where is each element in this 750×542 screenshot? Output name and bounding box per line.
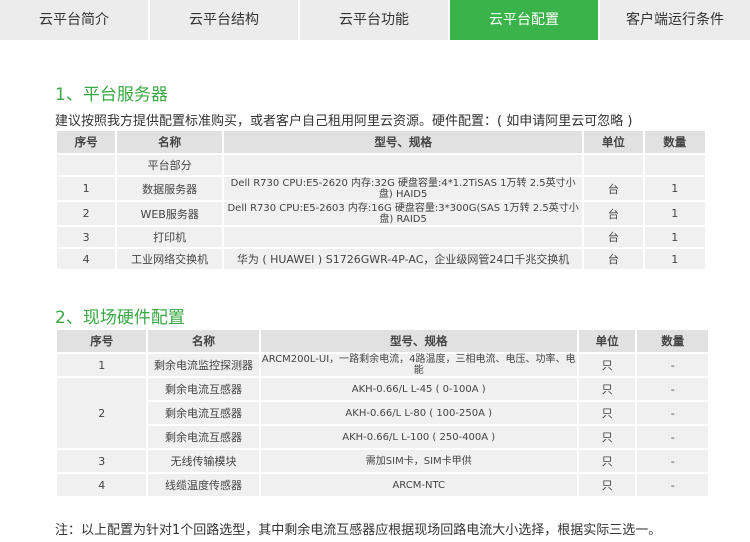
cell-spec: 需加SIM卡，SIM卡甲供 [260,450,577,472]
table-row: 剩余电流互感器 AKH-0.66/L L-80 ( 100-250A ) 只 - [57,402,708,424]
cell-spec: AKH-0.66/L L-45 ( 0-100A ) [260,378,577,400]
tab-client-requirements[interactable]: 客户端运行条件 [600,0,750,40]
table-row: 4 线缆温度传感器 ARCM-NTC 只 - [57,474,708,496]
section1-description: 建议按照我方提供配置标准购买，或者客户自己租用阿里云资源。硬件配置：( 如申请阿… [55,114,633,129]
cell-no: 4 [57,249,116,269]
cell-no: 2 [57,378,147,448]
cell-qty: 1 [644,177,705,200]
cell-unit: 只 [578,402,636,424]
cell-unit: 台 [584,227,643,247]
cell-unit: 台 [584,249,643,269]
table-row: 2 WEB服务器 Dell R730 CPU:E5-2603 内存:16G 硬盘… [57,202,705,225]
cell-name: 平台部分 [117,155,222,175]
cell-spec: AKH-0.66/L L-100 ( 250-400A ) [260,426,577,448]
cell-qty: 1 [644,227,705,247]
cell-spec [224,155,583,175]
table-row: 4 工业网络交换机 华为 ( HUAWEI ) S1726GWR-4P-AC，企… [57,249,705,269]
cell-spec: 华为 ( HUAWEI ) S1726GWR-4P-AC，企业级网管24口千兆交… [224,249,583,269]
tab-platform-functions[interactable]: 云平台功能 [300,0,448,40]
header-qty: 数量 [637,330,708,352]
cell-qty: - [637,354,708,376]
table-row: 2 剩余电流互感器 AKH-0.66/L L-45 ( 0-100A ) 只 - [57,378,708,448]
cell-name: 打印机 [117,227,222,247]
cell-unit: 只 [578,378,636,400]
cell-no: 3 [57,227,116,247]
cell-no: 3 [57,450,147,472]
cell-name: 线缆温度传感器 [148,474,259,496]
section1-title: 1、平台服务器 [55,85,168,105]
cell-qty [644,155,705,175]
header-spec: 型号、规格 [224,131,583,153]
cell-name: 剩余电流互感器 [148,426,259,448]
cell-unit: 台 [584,177,643,200]
cell-unit: 只 [578,450,636,472]
footnote: 注：以上配置为针对1个回路选型，其中剩余电流互感器应根据现场回路电流大小选择，根… [55,523,662,538]
table-row: 1 数据服务器 Dell R730 CPU:E5-2620 内存:32G 硬盘容… [57,177,705,200]
tab-platform-structure[interactable]: 云平台结构 [150,0,298,40]
cell-qty: - [637,450,708,472]
cell-name: 工业网络交换机 [117,249,222,269]
cell-qty: - [637,474,708,496]
table-row: 3 打印机 台 1 [57,227,705,247]
header-name: 名称 [148,330,259,352]
cell-qty: 1 [644,249,705,269]
cell-unit: 台 [584,202,643,225]
header-name: 名称 [117,131,222,153]
cell-unit: 只 [578,426,636,448]
tab-platform-intro[interactable]: 云平台简介 [0,0,148,40]
cell-unit: 只 [578,354,636,376]
cell-unit: 只 [578,474,636,496]
cell-qty: 1 [644,202,705,225]
header-unit: 单位 [578,330,636,352]
cell-qty: - [637,426,708,448]
table-row: 剩余电流互感器 AKH-0.66/L L-100 ( 250-400A ) 只 … [57,426,708,448]
cell-spec: ARCM200L-UI，一路剩余电流，4路温度，三相电流、电压、功率、电能 [260,354,577,376]
cell-spec: ARCM-NTC [260,474,577,496]
header-unit: 单位 [584,131,643,153]
section2-title: 2、现场硬件配置 [55,308,185,328]
cell-no [57,155,116,175]
header-no: 序号 [57,330,147,352]
cell-name: 无线传输模块 [148,450,259,472]
tab-bar: 云平台简介 云平台结构 云平台功能 云平台配置 客户端运行条件 [0,0,750,40]
tab-platform-config[interactable]: 云平台配置 [450,0,598,40]
cell-spec: Dell R730 CPU:E5-2620 内存:32G 硬盘容量:4*1.2T… [224,177,583,200]
cell-name: WEB服务器 [117,202,222,225]
cell-no: 1 [57,354,147,376]
cell-name: 剩余电流互感器 [148,378,259,400]
cell-name: 剩余电流互感器 [148,402,259,424]
cell-spec [224,227,583,247]
table-row: 平台部分 [57,155,705,175]
table-header-row: 序号 名称 型号、规格 单位 数量 [57,330,708,352]
cell-no: 2 [57,202,116,225]
cell-unit [584,155,643,175]
cell-qty: - [637,402,708,424]
cell-name: 剩余电流监控探测器 [148,354,259,376]
cell-spec: AKH-0.66/L L-80 ( 100-250A ) [260,402,577,424]
cell-name: 数据服务器 [117,177,222,200]
cell-spec: Dell R730 CPU:E5-2603 内存:16G 硬盘容量:3*300G… [224,202,583,225]
table-row: 3 无线传输模块 需加SIM卡，SIM卡甲供 只 - [57,450,708,472]
cell-qty: - [637,378,708,400]
onsite-hardware-table: 序号 名称 型号、规格 单位 数量 1 剩余电流监控探测器 ARCM200L-U… [55,328,710,498]
cell-no: 1 [57,177,116,200]
header-qty: 数量 [644,131,705,153]
cell-no: 4 [57,474,147,496]
table-row: 1 剩余电流监控探测器 ARCM200L-UI，一路剩余电流，4路温度，三相电流… [57,354,708,376]
table-header-row: 序号 名称 型号、规格 单位 数量 [57,131,705,153]
header-no: 序号 [57,131,116,153]
header-spec: 型号、规格 [260,330,577,352]
server-config-table: 序号 名称 型号、规格 单位 数量 平台部分 1 数据服务器 Dell R730… [55,129,707,271]
